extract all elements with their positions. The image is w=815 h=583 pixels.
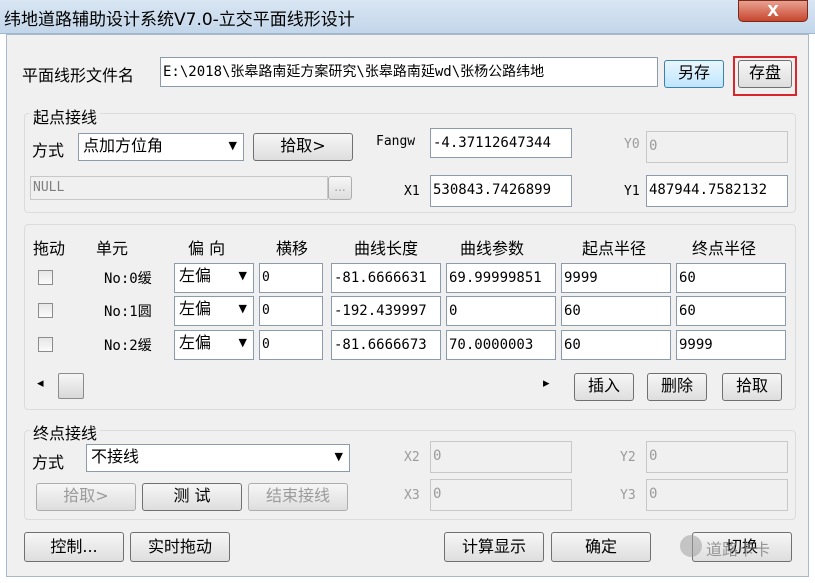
file-label: 平面线形文件名 [22,66,135,85]
header-unit: 单元 [96,239,129,258]
x3-field[interactable]: 0 [430,479,572,511]
direction-value: 左偏 [179,266,212,285]
shift-field[interactable]: 0 [259,263,323,293]
direction-value: 左偏 [179,333,212,352]
chevron-down-icon: ▼ [238,336,247,349]
length-field[interactable]: -81.6666631 [331,263,441,293]
x2-field[interactable]: 0 [430,441,572,473]
end-mode-label: 方式 [32,453,65,472]
start-radius-field[interactable]: 9999 [561,263,671,293]
header-direction: 偏 向 [188,239,226,258]
y2-field[interactable]: 0 [646,441,788,473]
chevron-down-icon: ▼ [238,302,247,315]
start-radius-field[interactable]: 60 [561,330,671,360]
ok-button[interactable]: 确定 [551,532,651,562]
insert-button[interactable]: 插入 [574,373,634,401]
length-field[interactable]: -192.439997 [331,296,441,326]
y1-label: Y1 [624,184,640,199]
end-radius-field[interactable]: 60 [676,296,786,326]
shift-field[interactable]: 0 [259,296,323,326]
wechat-icon [680,535,702,557]
end-radius-field[interactable]: 60 [676,263,786,293]
scroll-left-icon[interactable]: ◂ [37,376,44,391]
end-radius-field[interactable]: 9999 [676,330,786,360]
control-button[interactable]: 控制... [24,532,124,562]
start-mode-label: 方式 [32,141,65,160]
window-title: 纬地道路辅助设计系统V7.0-立交平面线形设计 [4,10,355,30]
browse-button[interactable]: ... [328,176,352,200]
chevron-down-icon: ▼ [334,450,343,463]
save-button[interactable]: 存盘 [738,60,792,88]
y0-label: Y0 [624,137,640,152]
y3-field[interactable]: 0 [646,479,788,511]
direction-select[interactable]: 左偏 ▼ [174,263,254,293]
y0-field[interactable]: 0 [646,131,788,163]
end-pick-button[interactable]: 拾取> [36,483,136,511]
start-group-title: 起点接线 [30,104,101,128]
start-null-field[interactable]: NULL [30,176,328,200]
chevron-down-icon: ▼ [238,269,247,282]
unit-pick-button[interactable]: 拾取 [722,373,782,401]
x3-label: X3 [404,488,420,503]
param-field[interactable]: 0 [446,296,556,326]
chevron-down-icon: ▼ [228,139,237,152]
param-field[interactable]: 69.99999851 [446,263,556,293]
test-button[interactable]: 测 试 [142,483,242,511]
file-path-field[interactable]: E:\2018\张皋路南延方案研究\张皋路南延wd\张杨公路纬地 [160,57,658,87]
end-group-title: 终点接线 [30,420,101,444]
header-drag: 拖动 [33,239,66,258]
end-mode-select[interactable]: 不接线 ▼ [86,444,350,472]
header-start-radius: 起点半径 [582,239,647,258]
start-mode-select[interactable]: 点加方位角 ▼ [78,133,244,161]
scroll-right-icon[interactable]: ▸ [543,376,550,391]
close-button[interactable]: X [738,0,808,22]
realtime-drag-button[interactable]: 实时拖动 [130,532,230,562]
delete-button[interactable]: 删除 [647,373,707,401]
start-pick-button[interactable]: 拾取> [253,133,353,161]
unit-name: No:2缓 [104,338,152,354]
calc-display-button[interactable]: 计算显示 [444,532,544,562]
scroll-thumb[interactable] [58,373,84,399]
direction-select[interactable]: 左偏 ▼ [174,330,254,360]
drag-checkbox[interactable] [38,337,53,352]
shift-field[interactable]: 0 [259,330,323,360]
finish-connection-button[interactable]: 结束接线 [248,483,348,511]
y3-label: Y3 [620,488,636,503]
drag-checkbox[interactable] [38,303,53,318]
start-radius-field[interactable]: 60 [561,296,671,326]
unit-name: No:1圆 [104,304,152,320]
x1-field[interactable]: 530843.7426899 [430,175,572,207]
x2-label: X2 [404,450,420,465]
header-end-radius: 终点半径 [692,239,757,258]
header-shift: 横移 [276,239,309,258]
fangw-field[interactable]: -4.37112647344 [430,128,572,158]
length-field[interactable]: -81.6666673 [331,330,441,360]
drag-checkbox[interactable] [38,270,53,285]
y2-label: Y2 [620,450,636,465]
save-as-button[interactable]: 另存 [664,60,724,88]
fangw-label: Fangw [376,134,416,149]
param-field[interactable]: 70.0000003 [446,330,556,360]
end-mode-value: 不接线 [91,447,140,466]
direction-value: 左偏 [179,299,212,318]
watermark-text: 道路卡卡 [706,540,771,559]
header-length: 曲线长度 [354,239,419,258]
start-mode-value: 点加方位角 [83,136,164,155]
direction-select[interactable]: 左偏 ▼ [174,296,254,326]
y1-field[interactable]: 487944.7582132 [646,175,788,207]
header-param: 曲线参数 [460,239,525,258]
x1-label: X1 [404,184,420,199]
horizontal-scrollbar[interactable] [34,373,556,399]
unit-name: No:0缓 [104,271,152,287]
